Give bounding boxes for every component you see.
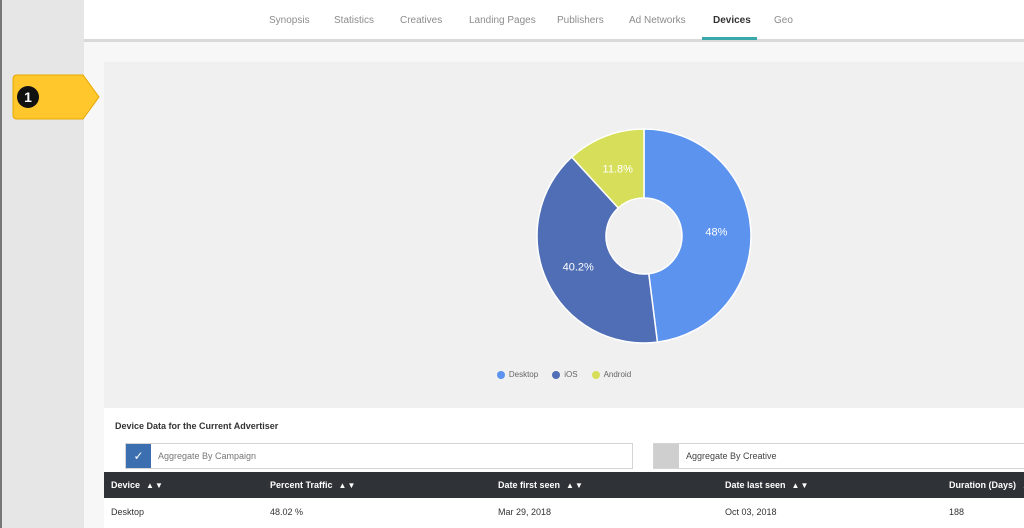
tab-geo[interactable]: Geo <box>774 15 793 26</box>
marker-number: 1 <box>24 89 32 105</box>
aggregate-campaign-checkbox[interactable]: ✓ Aggregate By Campaign <box>125 443 633 469</box>
tab-statistics[interactable]: Statistics <box>334 15 374 26</box>
column-header-device[interactable]: Device ▲▼ <box>111 480 164 490</box>
table-header: Device ▲▼ Percent Traffic ▲▼ Date first se… <box>104 472 1024 498</box>
legend-item-ios[interactable]: iOS <box>552 370 578 379</box>
chart-card: 48% 40.2% 11.8% Desktop iOS Android <box>104 62 1024 408</box>
legend-item-android[interactable]: Android <box>591 370 632 379</box>
slice-label-ios: 40.2% <box>563 261 594 273</box>
slice-label-desktop: 48% <box>705 226 727 238</box>
table-title: Device Data for the Current Advertiser <box>115 421 279 431</box>
legend-swatch <box>496 370 505 379</box>
device-table-card: Device Data for the Current Advertiser ✓… <box>104 408 1024 528</box>
slice-label-android: 11.8% <box>603 163 634 175</box>
sort-icon[interactable]: ▲▼ <box>146 481 164 490</box>
top-nav: Synopsis Statistics Creatives Landing Pa… <box>84 0 1024 42</box>
tab-creatives[interactable]: Creatives <box>400 15 442 26</box>
cell-device: Desktop <box>111 507 145 517</box>
table-row[interactable]: Desktop 48.02 % Mar 29, 2018 Oct 03, 201… <box>104 498 1024 528</box>
slice-desktop[interactable] <box>643 128 752 343</box>
sort-icon[interactable]: ▲▼ <box>339 481 357 490</box>
tab-publishers[interactable]: Publishers <box>557 15 604 26</box>
sort-icon[interactable]: ▲▼ <box>792 481 810 490</box>
cell-percent-traffic: 48.02 % <box>270 507 304 517</box>
tab-synopsis[interactable]: Synopsis <box>269 15 310 26</box>
legend-label: Desktop <box>508 370 539 379</box>
checkmark-icon: ✓ <box>126 444 151 468</box>
cell-date-last-seen: Oct 03, 2018 <box>725 507 777 517</box>
tab-ad-networks[interactable]: Ad Networks <box>629 15 686 26</box>
legend-label: Android <box>603 370 632 379</box>
column-header-duration[interactable]: Duration (Days)▲▼ <box>949 480 1024 490</box>
chart-legend: Desktop iOS Android <box>104 370 1024 379</box>
legend-swatch <box>591 370 600 379</box>
sort-icon[interactable]: ▲▼ <box>566 481 584 490</box>
column-header-date-first-seen[interactable]: Date first seen ▲▼ <box>498 480 584 490</box>
legend-item-desktop[interactable]: Desktop <box>496 370 539 379</box>
active-tab-indicator <box>702 37 757 40</box>
aggregate-campaign-label: Aggregate By Campaign <box>158 451 257 461</box>
tab-devices[interactable]: Devices <box>713 15 751 26</box>
device-donut-chart: 48% 40.2% 11.8% <box>536 128 752 344</box>
legend-label: iOS <box>564 370 578 379</box>
unchecked-box-icon <box>654 444 679 468</box>
aggregate-creative-label: Aggregate By Creative <box>686 451 777 461</box>
step-marker: 1 <box>12 74 100 120</box>
column-header-percent-traffic[interactable]: Percent Traffic ▲▼ <box>270 480 356 490</box>
legend-swatch <box>552 370 561 379</box>
tab-landing-pages[interactable]: Landing Pages <box>469 15 536 26</box>
cell-duration: 188 <box>949 507 965 517</box>
column-header-date-last-seen[interactable]: Date last seen ▲▼ <box>725 480 809 490</box>
cell-date-first-seen: Mar 29, 2018 <box>498 507 552 517</box>
aggregate-creative-checkbox[interactable]: Aggregate By Creative <box>653 443 1024 469</box>
